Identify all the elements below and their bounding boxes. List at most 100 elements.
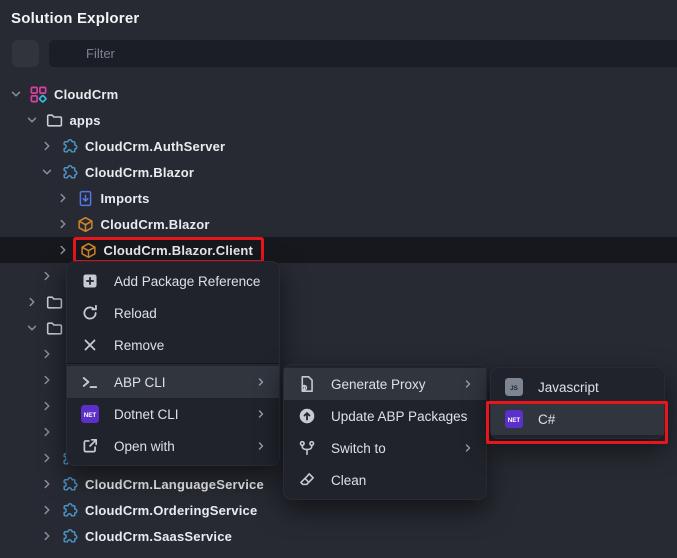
terminal-icon [81, 373, 99, 391]
chevron-right-icon[interactable] [40, 139, 54, 153]
submenu-arrow-icon [255, 408, 267, 420]
menu-item-update-abp-packages[interactable]: Update ABP Packages [284, 400, 486, 432]
chevron-right-icon[interactable] [40, 347, 54, 361]
submenu-arrow-icon [462, 378, 474, 390]
chevron-right-icon[interactable] [56, 243, 70, 257]
chevron-right-icon[interactable] [40, 425, 54, 439]
menu-item-clean[interactable]: Clean [284, 464, 486, 496]
tree-item-label: apps [70, 113, 101, 128]
tree-row-cloudcrm-saasservice[interactable]: CloudCrm.SaasService [0, 523, 677, 549]
package-icon [80, 242, 97, 259]
imports-icon [77, 190, 94, 207]
chevron-right-icon[interactable] [40, 477, 54, 491]
menu-item-reload[interactable]: Reload [67, 297, 279, 329]
tree-item-label: CloudCrm.Blazor [101, 217, 210, 232]
chevron-right-icon[interactable] [56, 217, 70, 231]
javascript-icon: JS [505, 378, 523, 396]
menu-item-label: Remove [114, 338, 164, 353]
tree-item-label: CloudCrm.Blazor.Client [104, 243, 254, 258]
menu-item-add-package-reference[interactable]: Add Package Reference [67, 265, 279, 297]
dotnet-icon: NET [81, 405, 99, 423]
module-icon [61, 528, 78, 545]
solution-explorer-panel: Solution Explorer CloudCrm apps CloudCrm.A… [0, 0, 677, 558]
abp-cli-submenu: Generate Proxy Update ABP Packages Switch … [283, 364, 487, 500]
menu-item-label: Open with [114, 439, 175, 454]
tree-item-label: CloudCrm.SaasService [85, 529, 232, 544]
menu-item-javascript[interactable]: JS Javascript [491, 371, 664, 403]
menu-item-generate-proxy[interactable]: Generate Proxy [284, 368, 486, 400]
chevron-right-icon[interactable] [40, 269, 54, 283]
csharp-icon: NET [505, 410, 523, 428]
menu-item-label: C# [538, 412, 555, 427]
module-icon [61, 476, 78, 493]
menu-item-label: Switch to [331, 441, 386, 456]
menu-item-switch-to[interactable]: Switch to [284, 432, 486, 464]
menu-item-label: Update ABP Packages [331, 409, 467, 424]
module-icon [61, 502, 78, 519]
menu-item-open-with[interactable]: Open with [67, 430, 279, 462]
context-menu: Add Package Reference Reload Remove ABP CLI… [66, 261, 280, 466]
menu-item-c#[interactable]: NET C# [491, 403, 664, 435]
generate-proxy-submenu: JS Javascript NET C# [490, 367, 665, 439]
folder-icon [46, 294, 63, 311]
svg-text:JS: JS [510, 385, 518, 392]
menu-item-label: Reload [114, 306, 157, 321]
generate-proxy-icon [298, 375, 316, 393]
folder-icon [46, 112, 63, 129]
svg-text:NET: NET [84, 412, 97, 419]
package-icon [77, 216, 94, 233]
tree-item-label: Imports [101, 191, 150, 206]
page-title: Solution Explorer [11, 10, 139, 27]
module-icon [61, 138, 78, 155]
collapse-all-icon [17, 45, 34, 62]
filter-input[interactable] [84, 45, 677, 62]
remove-icon [81, 336, 99, 354]
chevron-down-icon[interactable] [9, 87, 23, 101]
tree-row-cloudcrm-orderingservice[interactable]: CloudCrm.OrderingService [0, 497, 677, 523]
tree-row-cloudcrm-blazor[interactable]: CloudCrm.Blazor [0, 211, 677, 237]
module-icon [61, 164, 78, 181]
chevron-right-icon[interactable] [40, 399, 54, 413]
menu-item-label: Add Package Reference [114, 274, 260, 289]
submenu-arrow-icon [255, 440, 267, 452]
menu-item-label: Javascript [538, 380, 599, 395]
filter-search-bar[interactable] [49, 40, 677, 67]
chevron-down-icon[interactable] [25, 321, 39, 335]
switch-to-icon [298, 439, 316, 457]
tree-row-cloudcrm-blazor[interactable]: CloudCrm.Blazor [0, 159, 677, 185]
menu-item-abp-cli[interactable]: ABP CLI [67, 366, 279, 398]
tree-item-label: CloudCrm.LanguageService [85, 477, 264, 492]
menu-item-label: Dotnet CLI [114, 407, 179, 422]
menu-item-label: Generate Proxy [331, 377, 426, 392]
chevron-right-icon[interactable] [40, 503, 54, 517]
solution-icon [30, 86, 47, 103]
menu-item-dotnet-cli[interactable]: NET Dotnet CLI [67, 398, 279, 430]
menu-divider [67, 363, 279, 364]
tree-row-imports[interactable]: Imports [0, 185, 677, 211]
titlebar: Solution Explorer [0, 0, 677, 36]
chevron-down-icon[interactable] [40, 165, 54, 179]
selection-highlight-frame: CloudCrm.Blazor.Client [73, 237, 265, 263]
tree-row-cloudcrm-blazor-client[interactable]: CloudCrm.Blazor.Client [0, 237, 677, 263]
chevron-right-icon[interactable] [56, 191, 70, 205]
tree-row-apps[interactable]: apps [0, 107, 677, 133]
submenu-arrow-icon [255, 376, 267, 388]
tree-item-label: CloudCrm.AuthServer [85, 139, 225, 154]
add-package-icon [81, 272, 99, 290]
open-with-icon [81, 437, 99, 455]
clean-icon [298, 471, 316, 489]
chevron-down-icon[interactable] [25, 113, 39, 127]
tree-item-label: CloudCrm.OrderingService [85, 503, 257, 518]
collapse-all-button[interactable] [12, 40, 39, 67]
chevron-right-icon[interactable] [40, 373, 54, 387]
tree-row-cloudcrm-authserver[interactable]: CloudCrm.AuthServer [0, 133, 677, 159]
chevron-right-icon[interactable] [40, 529, 54, 543]
chevron-right-icon[interactable] [25, 295, 39, 309]
chevron-right-icon[interactable] [40, 451, 54, 465]
toolbar [12, 40, 677, 67]
svg-text:NET: NET [508, 417, 521, 424]
submenu-arrow-icon [462, 442, 474, 454]
tree-row-cloudcrm[interactable]: CloudCrm [0, 81, 677, 107]
reload-icon [81, 304, 99, 322]
menu-item-remove[interactable]: Remove [67, 329, 279, 361]
